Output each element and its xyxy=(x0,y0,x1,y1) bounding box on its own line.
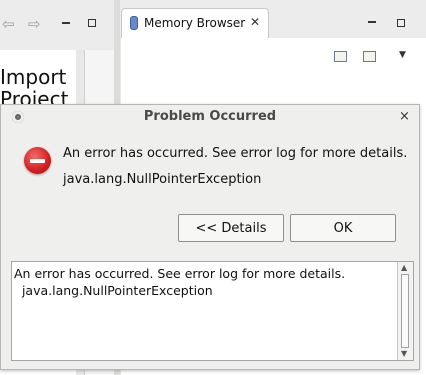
error-icon xyxy=(24,147,51,174)
details-button[interactable]: << Details xyxy=(178,214,284,242)
tab-label: Memory Browser xyxy=(144,16,246,30)
minimize-icon[interactable] xyxy=(368,21,376,23)
scroll-up-icon[interactable]: ▲ xyxy=(401,264,407,272)
forward-arrow-icon[interactable]: ⇨ xyxy=(28,17,41,32)
ok-button[interactable]: OK xyxy=(290,214,396,242)
back-arrow-icon[interactable]: ⇦ xyxy=(2,17,15,32)
view-menu-chevron-down-icon[interactable]: ▼ xyxy=(399,50,406,60)
details-text: An error has occurred. See error log for… xyxy=(14,266,346,298)
edit-icon[interactable] xyxy=(363,51,376,62)
close-icon[interactable]: × xyxy=(399,109,410,125)
close-tab-icon[interactable]: ✕ xyxy=(250,15,260,29)
maximize-icon[interactable] xyxy=(397,19,405,27)
memory-chip-icon xyxy=(130,16,138,30)
problem-occurred-dialog: Problem Occurred × An error has occurred… xyxy=(0,104,420,370)
details-scrollbar[interactable]: ▲ ▼ xyxy=(397,262,413,360)
exception-name: java.lang.NullPointerException xyxy=(63,172,262,187)
scroll-thumb[interactable] xyxy=(401,274,409,348)
new-tab-icon[interactable] xyxy=(334,51,347,62)
left-view-toolbar: ⇦ ⇨ xyxy=(0,0,114,50)
error-message: An error has occurred. See error log for… xyxy=(63,146,408,161)
scroll-down-icon[interactable]: ▼ xyxy=(401,350,407,358)
minimize-icon[interactable] xyxy=(62,22,70,24)
dialog-titlebar[interactable]: Problem Occurred × xyxy=(1,105,419,129)
maximize-icon[interactable] xyxy=(88,19,96,27)
tab-memory-browser[interactable]: Memory Browser ✕ xyxy=(121,8,269,38)
details-text-area[interactable]: An error has occurred. See error log for… xyxy=(11,261,414,361)
dialog-title: Problem Occurred xyxy=(143,109,277,124)
